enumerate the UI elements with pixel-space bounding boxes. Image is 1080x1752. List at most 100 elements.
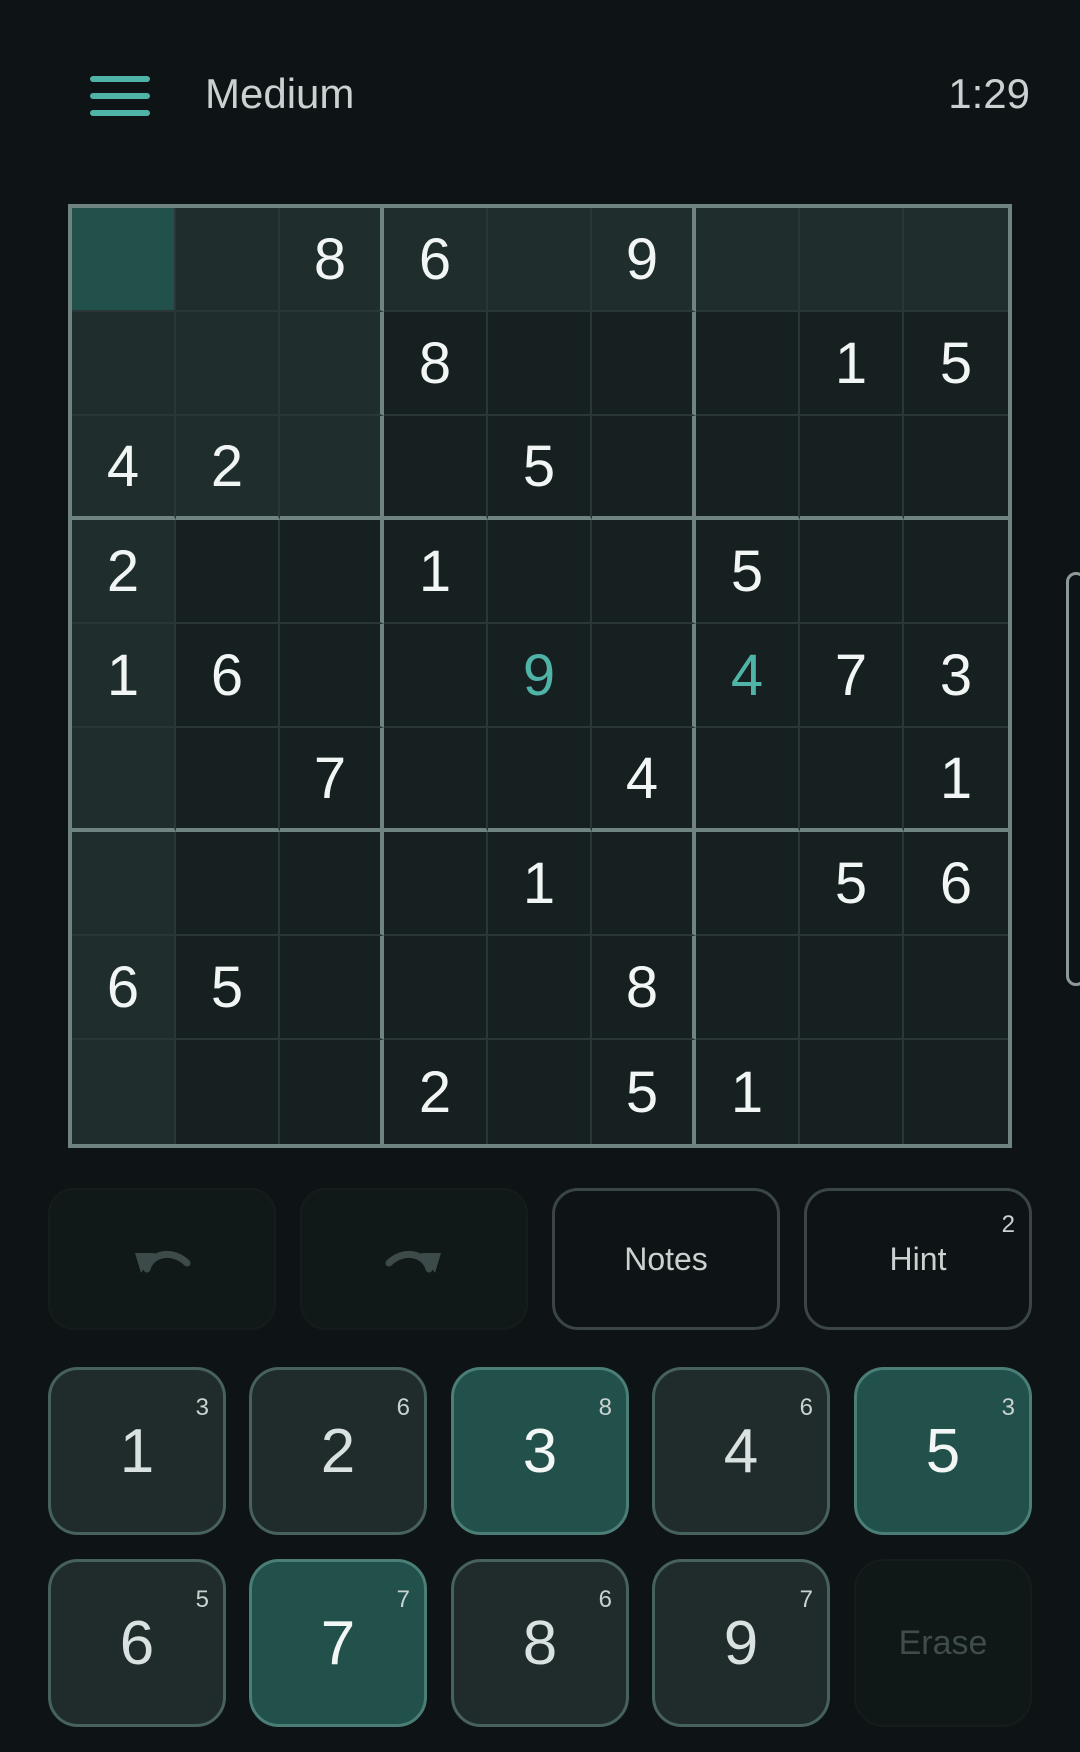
number-key-1[interactable]: 13: [48, 1367, 226, 1535]
board-cell-r6c4[interactable]: [384, 728, 488, 832]
board-cell-r5c8[interactable]: 7: [800, 624, 904, 728]
board-cell-r2c3[interactable]: [280, 312, 384, 416]
board-cell-r7c7[interactable]: [696, 832, 800, 936]
board-cell-r2c1[interactable]: [72, 312, 176, 416]
board-cell-r6c3[interactable]: 7: [280, 728, 384, 832]
board-cell-r4c9[interactable]: [904, 520, 1008, 624]
board-cell-r3c1[interactable]: 4: [72, 416, 176, 520]
board-cell-r5c1[interactable]: 1: [72, 624, 176, 728]
board-cell-r6c5[interactable]: [488, 728, 592, 832]
board-cell-r9c6[interactable]: 5: [592, 1040, 696, 1144]
notes-button[interactable]: Notes: [552, 1188, 780, 1330]
board-cell-r6c6[interactable]: 4: [592, 728, 696, 832]
number-key-7[interactable]: 77: [249, 1559, 427, 1727]
board-cell-r7c8[interactable]: 5: [800, 832, 904, 936]
board-cell-r2c8[interactable]: 1: [800, 312, 904, 416]
menu-icon[interactable]: [90, 74, 150, 118]
board-cell-r3c4[interactable]: [384, 416, 488, 520]
board-cell-r1c7[interactable]: [696, 208, 800, 312]
board-cell-r8c8[interactable]: [800, 936, 904, 1040]
board-cell-r4c7[interactable]: 5: [696, 520, 800, 624]
redo-icon: [385, 1251, 441, 1273]
board-cell-r5c9[interactable]: 3: [904, 624, 1008, 728]
board-cell-r1c5[interactable]: [488, 208, 592, 312]
number-key-4[interactable]: 46: [652, 1367, 830, 1535]
board-cell-r1c2[interactable]: [176, 208, 280, 312]
undo-button[interactable]: [48, 1188, 276, 1330]
number-key-2[interactable]: 26: [249, 1367, 427, 1535]
board-cell-r4c6[interactable]: [592, 520, 696, 624]
board-cell-r4c1[interactable]: 2: [72, 520, 176, 624]
board-cell-r8c7[interactable]: [696, 936, 800, 1040]
board-cell-r3c9[interactable]: [904, 416, 1008, 520]
number-key-8[interactable]: 86: [451, 1559, 629, 1727]
redo-button[interactable]: [300, 1188, 528, 1330]
board-cell-r5c4[interactable]: [384, 624, 488, 728]
number-key-5[interactable]: 53: [854, 1367, 1032, 1535]
board-cell-r1c3[interactable]: 8: [280, 208, 384, 312]
number-key-9[interactable]: 97: [652, 1559, 830, 1727]
number-key-3[interactable]: 38: [451, 1367, 629, 1535]
board-cell-r4c4[interactable]: 1: [384, 520, 488, 624]
board-cell-r9c2[interactable]: [176, 1040, 280, 1144]
board-cell-r5c3[interactable]: [280, 624, 384, 728]
board-cell-r8c1[interactable]: 6: [72, 936, 176, 1040]
board-cell-r8c3[interactable]: [280, 936, 384, 1040]
board-cell-r5c2[interactable]: 6: [176, 624, 280, 728]
board-cell-r7c9[interactable]: 6: [904, 832, 1008, 936]
board-cell-r7c5[interactable]: 1: [488, 832, 592, 936]
board-cell-r1c6[interactable]: 9: [592, 208, 696, 312]
board-cell-r4c8[interactable]: [800, 520, 904, 624]
board-cell-r9c7[interactable]: 1: [696, 1040, 800, 1144]
board-cell-r2c2[interactable]: [176, 312, 280, 416]
erase-button[interactable]: Erase: [854, 1559, 1032, 1727]
board-cell-r9c3[interactable]: [280, 1040, 384, 1144]
board-cell-r8c5[interactable]: [488, 936, 592, 1040]
board-cell-r3c8[interactable]: [800, 416, 904, 520]
board-cell-r3c6[interactable]: [592, 416, 696, 520]
board-cell-r6c1[interactable]: [72, 728, 176, 832]
board-cell-r7c2[interactable]: [176, 832, 280, 936]
number-key-6[interactable]: 65: [48, 1559, 226, 1727]
board-cell-r5c5[interactable]: 9: [488, 624, 592, 728]
board-cell-r9c8[interactable]: [800, 1040, 904, 1144]
board-cell-r5c7[interactable]: 4: [696, 624, 800, 728]
board-cell-r8c9[interactable]: [904, 936, 1008, 1040]
board-cell-r6c8[interactable]: [800, 728, 904, 832]
board-cell-r6c7[interactable]: [696, 728, 800, 832]
hint-button[interactable]: Hint 2: [804, 1188, 1032, 1330]
scrollbar[interactable]: [1066, 572, 1080, 986]
board-cell-r1c8[interactable]: [800, 208, 904, 312]
board-cell-r9c9[interactable]: [904, 1040, 1008, 1144]
board-cell-r3c7[interactable]: [696, 416, 800, 520]
board-cell-r2c6[interactable]: [592, 312, 696, 416]
board-cell-r4c5[interactable]: [488, 520, 592, 624]
board-cell-r2c7[interactable]: [696, 312, 800, 416]
board-cell-r2c5[interactable]: [488, 312, 592, 416]
board-cell-r7c4[interactable]: [384, 832, 488, 936]
board-cell-r7c3[interactable]: [280, 832, 384, 936]
board-cell-r3c2[interactable]: 2: [176, 416, 280, 520]
board-cell-r7c1[interactable]: [72, 832, 176, 936]
board-cell-r6c2[interactable]: [176, 728, 280, 832]
board-cell-r7c6[interactable]: [592, 832, 696, 936]
board-cell-r3c3[interactable]: [280, 416, 384, 520]
board-cell-r3c5[interactable]: 5: [488, 416, 592, 520]
board-cell-r6c9[interactable]: 1: [904, 728, 1008, 832]
board-cell-r1c4[interactable]: 6: [384, 208, 488, 312]
board-cell-r9c1[interactable]: [72, 1040, 176, 1144]
board-cell-r8c6[interactable]: 8: [592, 936, 696, 1040]
board-cell-r1c9[interactable]: [904, 208, 1008, 312]
board-cell-r2c9[interactable]: 5: [904, 312, 1008, 416]
board-cell-r8c2[interactable]: 5: [176, 936, 280, 1040]
board-cell-r9c4[interactable]: 2: [384, 1040, 488, 1144]
board-cell-r9c5[interactable]: [488, 1040, 592, 1144]
board-cell-r5c6[interactable]: [592, 624, 696, 728]
board-cell-r2c4[interactable]: 8: [384, 312, 488, 416]
remaining-count-badge: 3: [195, 1394, 209, 1421]
board-cell-r4c3[interactable]: [280, 520, 384, 624]
board-cell-r1c1[interactable]: [72, 208, 176, 312]
board-cell-r8c4[interactable]: [384, 936, 488, 1040]
remaining-count-badge: 3: [1001, 1394, 1015, 1421]
board-cell-r4c2[interactable]: [176, 520, 280, 624]
